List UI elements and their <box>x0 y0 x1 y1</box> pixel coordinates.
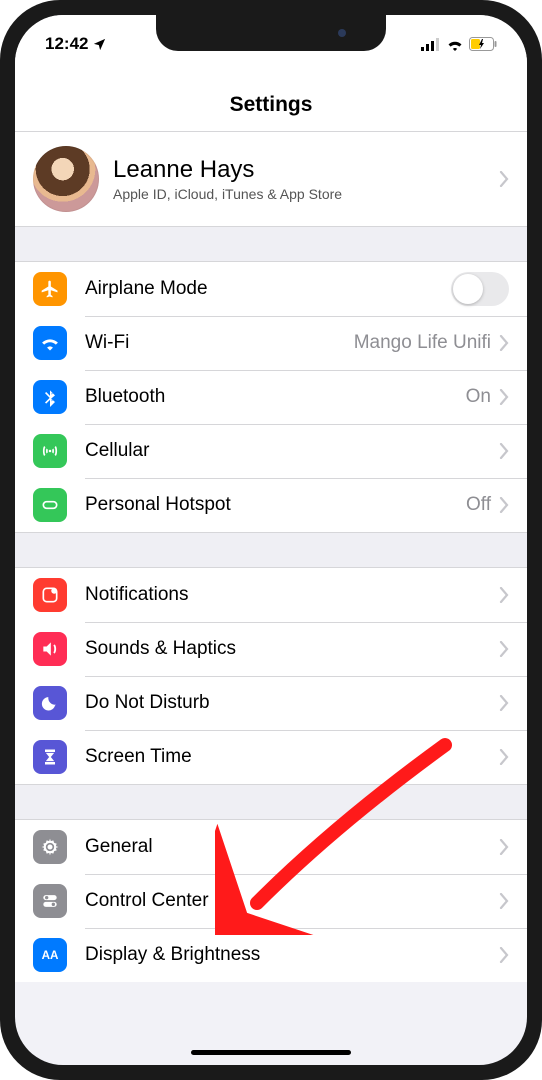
chevron-right-icon <box>499 839 509 855</box>
chevron-right-icon <box>499 587 509 603</box>
airplane-mode-toggle[interactable] <box>451 272 509 306</box>
wifi-label: Wi-Fi <box>85 332 354 354</box>
airplane-mode-label: Airplane Mode <box>85 278 451 300</box>
chevron-right-icon <box>499 389 509 405</box>
airplane-icon <box>33 272 67 306</box>
display-cell[interactable]: AA Display & Brightness <box>15 928 527 982</box>
chevron-right-icon <box>499 641 509 657</box>
profile-cell[interactable]: Leanne Hays Apple ID, iCloud, iTunes & A… <box>15 132 527 226</box>
home-indicator[interactable] <box>191 1050 351 1055</box>
hotspot-value: Off <box>466 494 491 516</box>
bluetooth-value: On <box>466 386 491 408</box>
general-icon <box>33 830 67 864</box>
airplane-mode-cell[interactable]: Airplane Mode <box>15 262 527 316</box>
screen: 12:42 Settings Leanne Hays Apple ID, iCl… <box>15 15 527 1065</box>
hotspot-icon <box>33 488 67 522</box>
section-gap <box>15 226 527 262</box>
dnd-icon <box>33 686 67 720</box>
hotspot-cell[interactable]: Personal Hotspot Off <box>15 478 527 532</box>
section-gap <box>15 784 527 820</box>
chevron-right-icon <box>499 947 509 963</box>
sounds-label: Sounds & Haptics <box>85 638 499 660</box>
sounds-icon <box>33 632 67 666</box>
status-time: 12:42 <box>45 34 88 54</box>
bluetooth-label: Bluetooth <box>85 386 466 408</box>
cellular-cell[interactable]: Cellular <box>15 424 527 478</box>
wifi-value: Mango Life Unifi <box>354 332 491 354</box>
page-title: Settings <box>15 63 527 132</box>
screentime-cell[interactable]: Screen Time <box>15 730 527 784</box>
svg-text:AA: AA <box>42 949 59 962</box>
chevron-right-icon <box>499 893 509 909</box>
section-gap <box>15 532 527 568</box>
chevron-right-icon <box>499 335 509 351</box>
profile-name: Leanne Hays <box>113 156 499 184</box>
dnd-label: Do Not Disturb <box>85 692 499 714</box>
controlcenter-label: Control Center <box>85 890 499 912</box>
notifications-cell[interactable]: Notifications <box>15 568 527 622</box>
chevron-right-icon <box>499 171 509 187</box>
location-icon <box>92 37 107 52</box>
notch <box>156 15 386 51</box>
general-label: General <box>85 836 499 858</box>
general-cell[interactable]: General <box>15 820 527 874</box>
wifi-settings-icon <box>33 326 67 360</box>
screentime-icon <box>33 740 67 774</box>
chevron-right-icon <box>499 749 509 765</box>
controlcenter-cell[interactable]: Control Center <box>15 874 527 928</box>
screentime-label: Screen Time <box>85 746 499 768</box>
battery-icon <box>469 37 497 51</box>
notifications-icon <box>33 578 67 612</box>
profile-subtitle: Apple ID, iCloud, iTunes & App Store <box>113 186 499 202</box>
chevron-right-icon <box>499 497 509 513</box>
notifications-label: Notifications <box>85 584 499 606</box>
cellular-label: Cellular <box>85 440 499 462</box>
chevron-right-icon <box>499 443 509 459</box>
wifi-cell[interactable]: Wi-Fi Mango Life Unifi <box>15 316 527 370</box>
dnd-cell[interactable]: Do Not Disturb <box>15 676 527 730</box>
sounds-cell[interactable]: Sounds & Haptics <box>15 622 527 676</box>
cellular-icon <box>421 38 441 51</box>
display-label: Display & Brightness <box>85 944 499 966</box>
display-icon: AA <box>33 938 67 972</box>
chevron-right-icon <box>499 695 509 711</box>
cellular-settings-icon <box>33 434 67 468</box>
hotspot-label: Personal Hotspot <box>85 494 466 516</box>
controlcenter-icon <box>33 884 67 918</box>
wifi-icon <box>446 38 464 51</box>
avatar <box>33 146 99 212</box>
bluetooth-cell[interactable]: Bluetooth On <box>15 370 527 424</box>
phone-frame: 12:42 Settings Leanne Hays Apple ID, iCl… <box>0 0 542 1080</box>
bluetooth-icon <box>33 380 67 414</box>
